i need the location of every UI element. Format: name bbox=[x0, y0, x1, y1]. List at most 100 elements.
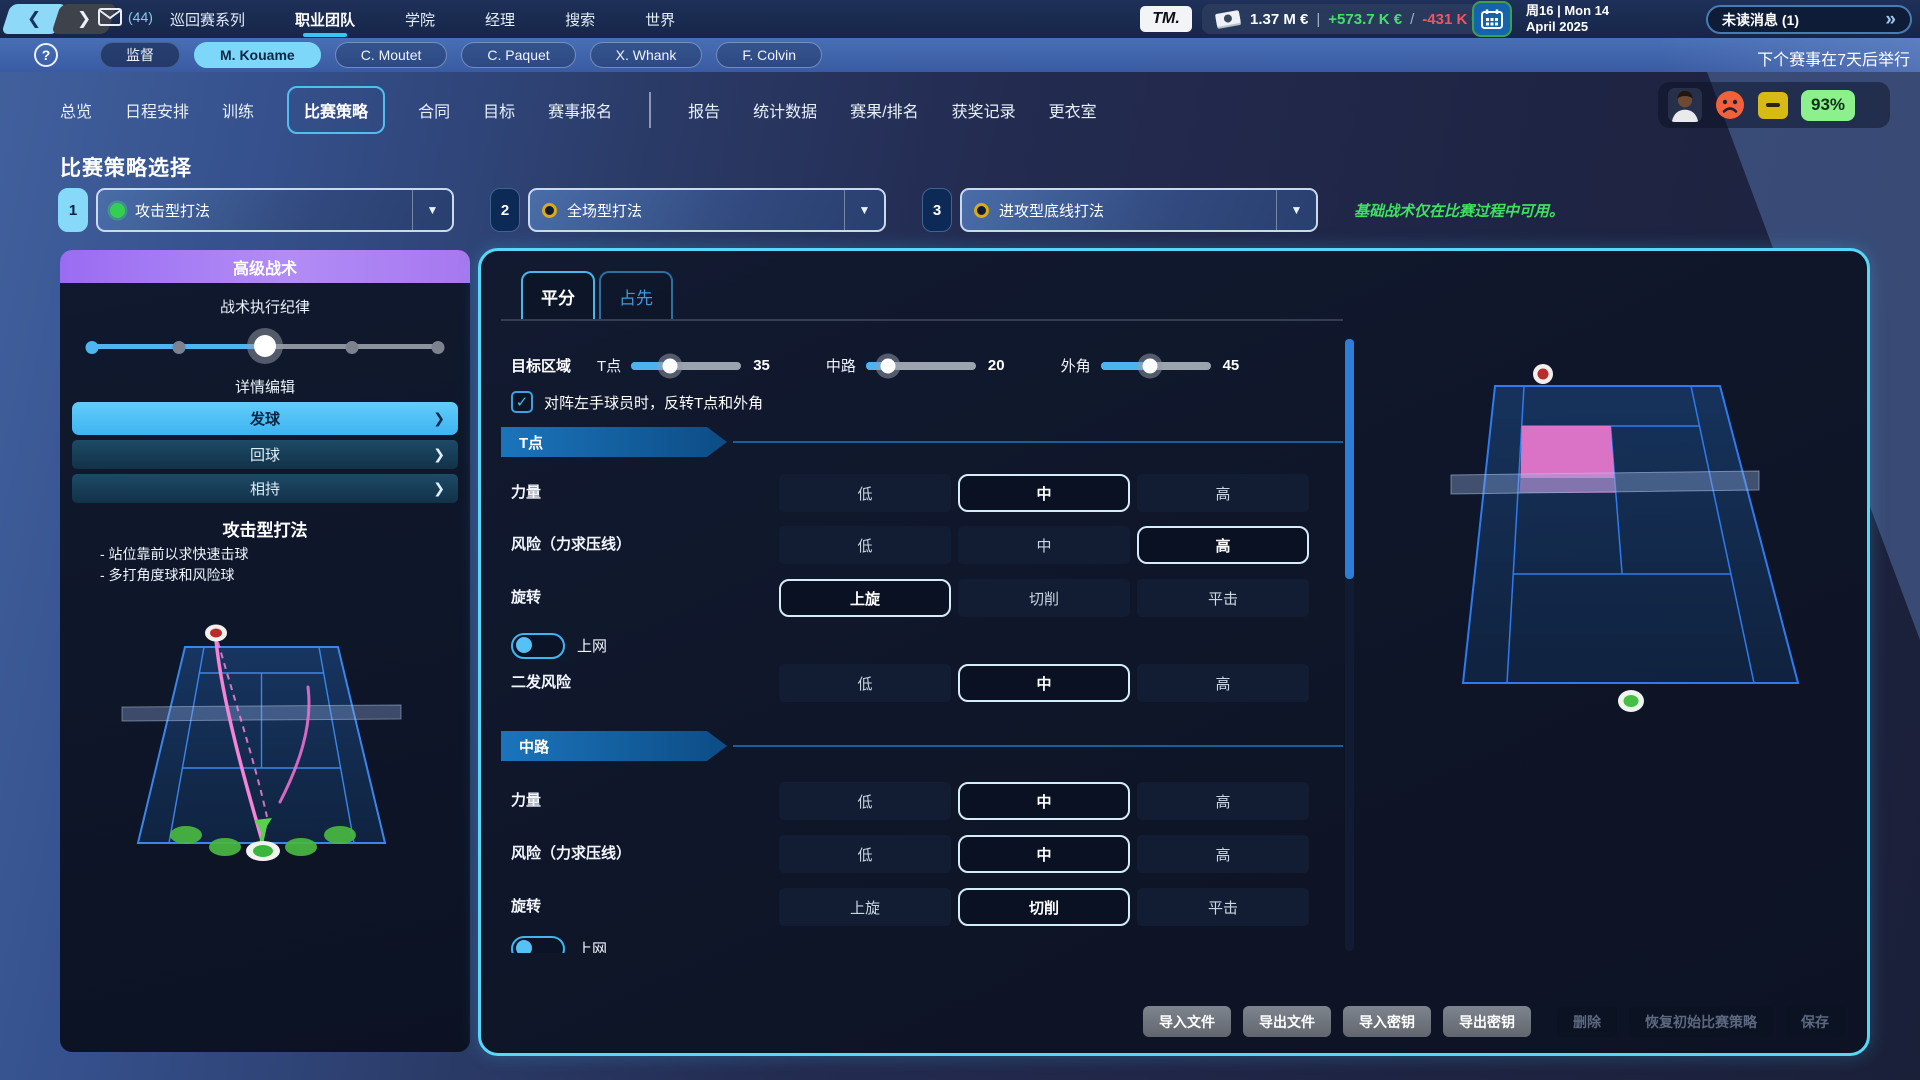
wide-slider[interactable] bbox=[1101, 362, 1211, 370]
option-high[interactable]: 高 bbox=[1137, 526, 1309, 564]
option-flat[interactable]: 平击 bbox=[1137, 888, 1309, 926]
tab-training[interactable]: 训练 bbox=[222, 98, 254, 122]
option-topspin[interactable]: 上旋 bbox=[779, 579, 951, 617]
inbox-button[interactable]: (44) bbox=[98, 8, 153, 26]
tab-awards[interactable]: 获奖记录 bbox=[952, 98, 1016, 122]
option-medium[interactable]: 中 bbox=[958, 526, 1130, 564]
strategy-dropdown-1[interactable]: 攻击型打法 ▼ bbox=[96, 188, 454, 232]
net-approach-toggle[interactable] bbox=[511, 633, 565, 659]
nav-pro-team[interactable]: 职业团队 bbox=[293, 0, 357, 39]
save-button[interactable]: 保存 bbox=[1785, 1006, 1845, 1037]
net-approach-row: 上网 bbox=[511, 632, 607, 659]
option-flat[interactable]: 平击 bbox=[1137, 579, 1309, 617]
import-file-button[interactable]: 导入文件 bbox=[1143, 1006, 1231, 1037]
pink-target-zone[interactable] bbox=[1521, 426, 1615, 478]
slot-number-badge[interactable]: 3 bbox=[922, 188, 952, 232]
tab-deuce[interactable]: 平分 bbox=[521, 271, 595, 319]
chevron-down-icon[interactable]: ▼ bbox=[844, 190, 884, 230]
strategy-dropdown-2[interactable]: 全场型打法 ▼ bbox=[528, 188, 886, 232]
option-high[interactable]: 高 bbox=[1137, 835, 1309, 873]
export-file-button[interactable]: 导出文件 bbox=[1243, 1006, 1331, 1037]
tab-stats[interactable]: 统计数据 bbox=[753, 98, 817, 122]
tab-player-colvin[interactable]: F. Colvin bbox=[716, 42, 822, 68]
tab-locker-room[interactable]: 更衣室 bbox=[1049, 98, 1097, 122]
t-point-slider[interactable] bbox=[631, 362, 741, 370]
main-nav: 巡回赛系列 职业团队 学院 经理 搜索 世界 bbox=[168, 0, 677, 38]
nav-search[interactable]: 搜索 bbox=[563, 0, 597, 39]
tab-supervisor[interactable]: 监督 bbox=[100, 42, 180, 68]
tab-advantage[interactable]: 占先 bbox=[599, 271, 673, 319]
tab-overview[interactable]: 总览 bbox=[60, 98, 92, 122]
option-slice[interactable]: 切削 bbox=[958, 888, 1130, 926]
import-key-button[interactable]: 导入密钥 bbox=[1343, 1006, 1431, 1037]
option-low[interactable]: 低 bbox=[779, 474, 951, 512]
setting-row-power: 力量 低 中 高 bbox=[501, 474, 1349, 512]
option-low[interactable]: 低 bbox=[779, 664, 951, 702]
scrollbar-thumb[interactable] bbox=[1345, 339, 1354, 579]
game-logo: TM. bbox=[1140, 6, 1192, 32]
reset-strategy-button[interactable]: 恢复初始比赛策略 bbox=[1629, 1006, 1773, 1037]
tab-schedule[interactable]: 日程安排 bbox=[125, 98, 189, 122]
tab-player-paquet[interactable]: C. Paquet bbox=[461, 42, 575, 68]
current-date: 周16 | Mon 14 April 2025 bbox=[1526, 3, 1609, 35]
tab-match-strategy[interactable]: 比赛策略 bbox=[287, 86, 385, 134]
mail-icon bbox=[98, 8, 122, 26]
tab-player-moutet[interactable]: C. Moutet bbox=[335, 42, 448, 68]
edit-serve-button[interactable]: 发球 ❯ bbox=[72, 402, 458, 435]
option-high[interactable]: 高 bbox=[1137, 782, 1309, 820]
nav-world[interactable]: 世界 bbox=[643, 0, 677, 39]
option-low[interactable]: 低 bbox=[779, 782, 951, 820]
tab-contract[interactable]: 合同 bbox=[418, 98, 450, 122]
body-value: 20 bbox=[988, 357, 1005, 374]
chevron-right-icon: ❯ bbox=[433, 446, 445, 463]
scrollbar-track[interactable] bbox=[1345, 339, 1354, 951]
export-key-button[interactable]: 导出密钥 bbox=[1443, 1006, 1531, 1037]
strategy-dropdown-3[interactable]: 进攻型底线打法 ▼ bbox=[960, 188, 1318, 232]
settings-scroll-area[interactable]: 目标区域 T点 35 中路 20 外角 45 ✓ bbox=[501, 331, 1349, 953]
body-slider[interactable] bbox=[866, 362, 976, 370]
fitness-badge: 93% bbox=[1801, 90, 1855, 121]
player-avatar[interactable] bbox=[1668, 88, 1702, 122]
option-medium[interactable]: 中 bbox=[958, 835, 1130, 873]
unread-messages-button[interactable]: 未读消息 (1) » bbox=[1706, 5, 1912, 34]
nav-academy[interactable]: 学院 bbox=[403, 0, 437, 39]
tab-player-whank[interactable]: X. Whank bbox=[590, 42, 703, 68]
target-court-visualization[interactable] bbox=[1443, 351, 1870, 723]
option-medium[interactable]: 中 bbox=[958, 782, 1130, 820]
nav-manager[interactable]: 经理 bbox=[483, 0, 517, 39]
slot-number-badge[interactable]: 1 bbox=[58, 188, 88, 232]
option-topspin[interactable]: 上旋 bbox=[779, 888, 951, 926]
tab-player-kouame[interactable]: M. Kouame bbox=[194, 42, 321, 68]
slider-handle[interactable] bbox=[254, 335, 276, 357]
help-icon[interactable]: ? bbox=[34, 43, 58, 67]
roster-tabs: 监督 M. Kouame C. Moutet C. Paquet X. Whan… bbox=[100, 42, 822, 68]
discipline-slider[interactable] bbox=[92, 334, 438, 358]
edit-rally-button[interactable]: 相持 ❯ bbox=[72, 474, 458, 503]
tab-reports[interactable]: 报告 bbox=[688, 98, 720, 122]
chevron-down-icon[interactable]: ▼ bbox=[1276, 190, 1316, 230]
tab-goals[interactable]: 目标 bbox=[483, 98, 515, 122]
setting-row-power-2: 力量 低 中 高 bbox=[501, 782, 1349, 820]
option-high[interactable]: 高 bbox=[1137, 474, 1309, 512]
play-style-points: - 站位靠前以求快速击球 - 多打角度球和风险球 bbox=[100, 544, 249, 586]
option-medium[interactable]: 中 bbox=[958, 474, 1130, 512]
setting-row-spin-2: 旋转 上旋 切削 平击 bbox=[501, 888, 1349, 926]
delete-button[interactable]: 删除 bbox=[1557, 1006, 1617, 1037]
edit-return-button[interactable]: 回球 ❯ bbox=[72, 440, 458, 469]
chevron-right-icon: ❯ bbox=[433, 480, 445, 497]
nav-tour[interactable]: 巡回赛系列 bbox=[168, 0, 247, 39]
setting-row-risk: 风险（力求压线） 低 中 高 bbox=[501, 526, 1349, 564]
morale-frown-icon bbox=[1715, 90, 1745, 120]
slot-number-badge[interactable]: 2 bbox=[490, 188, 520, 232]
continue-calendar-button[interactable] bbox=[1472, 1, 1512, 37]
option-slice[interactable]: 切削 bbox=[958, 579, 1130, 617]
option-high[interactable]: 高 bbox=[1137, 664, 1309, 702]
option-low[interactable]: 低 bbox=[779, 526, 951, 564]
lefty-invert-checkbox[interactable]: ✓ bbox=[511, 391, 533, 413]
option-low[interactable]: 低 bbox=[779, 835, 951, 873]
tab-results-ranking[interactable]: 赛果/排名 bbox=[850, 98, 918, 122]
tab-entries[interactable]: 赛事报名 bbox=[548, 98, 612, 122]
net-approach-toggle[interactable] bbox=[511, 936, 565, 954]
chevron-down-icon[interactable]: ▼ bbox=[412, 190, 452, 230]
option-medium[interactable]: 中 bbox=[958, 664, 1130, 702]
